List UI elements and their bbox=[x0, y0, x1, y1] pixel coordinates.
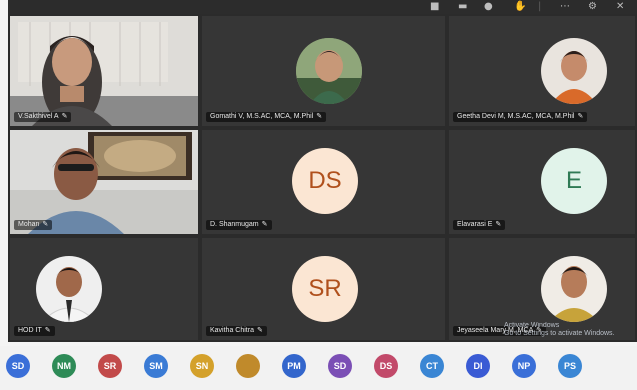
mic-off-icon: ✎ bbox=[316, 113, 323, 120]
avatar-photo bbox=[36, 256, 102, 322]
participant-chip[interactable]: SM bbox=[144, 354, 168, 378]
participant-chip[interactable]: NP bbox=[512, 354, 536, 378]
participant-grid: V.Sakthivel A ✎ Gomathi V, M.S.AC, MCA, M… bbox=[8, 14, 637, 342]
avatar bbox=[541, 38, 607, 104]
avatar-initials: SR bbox=[308, 275, 342, 302]
participant-name: V.Sakthivel A ✎ bbox=[14, 112, 72, 122]
participant-name: Kavitha Chitra ✎ bbox=[206, 326, 267, 336]
participant-tile[interactable]: Geetha Devi M, M.S.AC, MCA, M.Phil ✎ bbox=[449, 16, 635, 126]
participant-tile[interactable]: E Elavarasi E ✎ bbox=[449, 130, 635, 234]
leave-icon[interactable]: ✕ bbox=[616, 1, 624, 13]
mic-off-icon: ✎ bbox=[256, 327, 263, 334]
mic-off-icon: ✎ bbox=[577, 113, 584, 120]
participant-chip[interactable]: PS bbox=[558, 354, 582, 378]
participant-tile[interactable]: V.Sakthivel A ✎ bbox=[10, 16, 198, 126]
participant-tile[interactable]: SR Kavitha Chitra ✎ bbox=[202, 238, 445, 340]
participant-tile[interactable]: Mohan ✎ bbox=[10, 130, 198, 234]
avatar: SR bbox=[292, 256, 358, 322]
chat-icon[interactable]: ▬ bbox=[458, 1, 467, 13]
participant-tile[interactable]: HOD IT ✎ bbox=[10, 238, 198, 340]
participant-chip[interactable]: NM bbox=[52, 354, 76, 378]
participant-chip[interactable]: DI bbox=[466, 354, 490, 378]
participant-video bbox=[10, 16, 198, 126]
mic-off-icon: ✎ bbox=[42, 221, 49, 228]
avatar-initials: DS bbox=[308, 167, 342, 194]
participant-chip[interactable]: DS bbox=[374, 354, 398, 378]
participant-chip[interactable]: SN bbox=[190, 354, 214, 378]
avatar-initials: E bbox=[565, 167, 582, 194]
participant-name: Gomathi V, M.S.AC, MCA, M.Phil ✎ bbox=[206, 112, 327, 122]
participant-chip[interactable]: SD bbox=[328, 354, 352, 378]
avatar bbox=[36, 256, 102, 322]
participant-chip[interactable]: CT bbox=[420, 354, 444, 378]
participant-video bbox=[10, 130, 198, 234]
mic-off-icon: ✎ bbox=[44, 327, 51, 334]
mic-off-icon: ✎ bbox=[61, 113, 68, 120]
participant-name: D. Shanmugam ✎ bbox=[206, 220, 272, 230]
avatar: E bbox=[541, 148, 607, 214]
more-icon[interactable]: ⋯ bbox=[560, 1, 570, 13]
participant-name: Mohan ✎ bbox=[14, 220, 53, 230]
meeting-toolbar: ■ ▬ ● ✋ | ⋯ ⚙ ✕ bbox=[8, 0, 637, 14]
raise-hand-icon[interactable]: ✋ bbox=[514, 1, 526, 13]
participant-name: Elavarasi E ✎ bbox=[453, 220, 506, 230]
people-icon[interactable]: ● bbox=[484, 1, 493, 13]
avatar-photo bbox=[541, 256, 607, 322]
participant-chip[interactable]: SD bbox=[6, 354, 30, 378]
activation-watermark: Activate Windows Go to Settings to activ… bbox=[504, 322, 615, 337]
mic-off-icon: ✎ bbox=[261, 221, 268, 228]
participant-tile[interactable]: Gomathi V, M.S.AC, MCA, M.Phil ✎ bbox=[202, 16, 445, 126]
avatar bbox=[296, 38, 362, 104]
participant-strip: SD NM SR SM SN PM SD DS CT DI NP PS bbox=[0, 346, 637, 390]
meeting-window: ■ ▬ ● ✋ | ⋯ ⚙ ✕ V.Sakthivel A ✎ Gomathi … bbox=[0, 0, 637, 390]
participant-name: HOD IT ✎ bbox=[14, 326, 55, 336]
participant-tile[interactable]: DS D. Shanmugam ✎ bbox=[202, 130, 445, 234]
participant-name: Geetha Devi M, M.S.AC, MCA, M.Phil ✎ bbox=[453, 112, 588, 122]
participant-chip[interactable]: SR bbox=[98, 354, 122, 378]
avatar: DS bbox=[292, 148, 358, 214]
toolbar-divider: | bbox=[538, 1, 542, 12]
avatar bbox=[541, 256, 607, 322]
participant-chip[interactable]: PM bbox=[282, 354, 306, 378]
mic-off-icon: ✎ bbox=[495, 221, 502, 228]
avatar-photo bbox=[296, 38, 362, 104]
avatar-photo bbox=[541, 38, 607, 104]
participant-chip[interactable] bbox=[236, 354, 260, 378]
camera-icon[interactable]: ■ bbox=[430, 1, 439, 13]
settings-icon[interactable]: ⚙ bbox=[588, 1, 597, 13]
